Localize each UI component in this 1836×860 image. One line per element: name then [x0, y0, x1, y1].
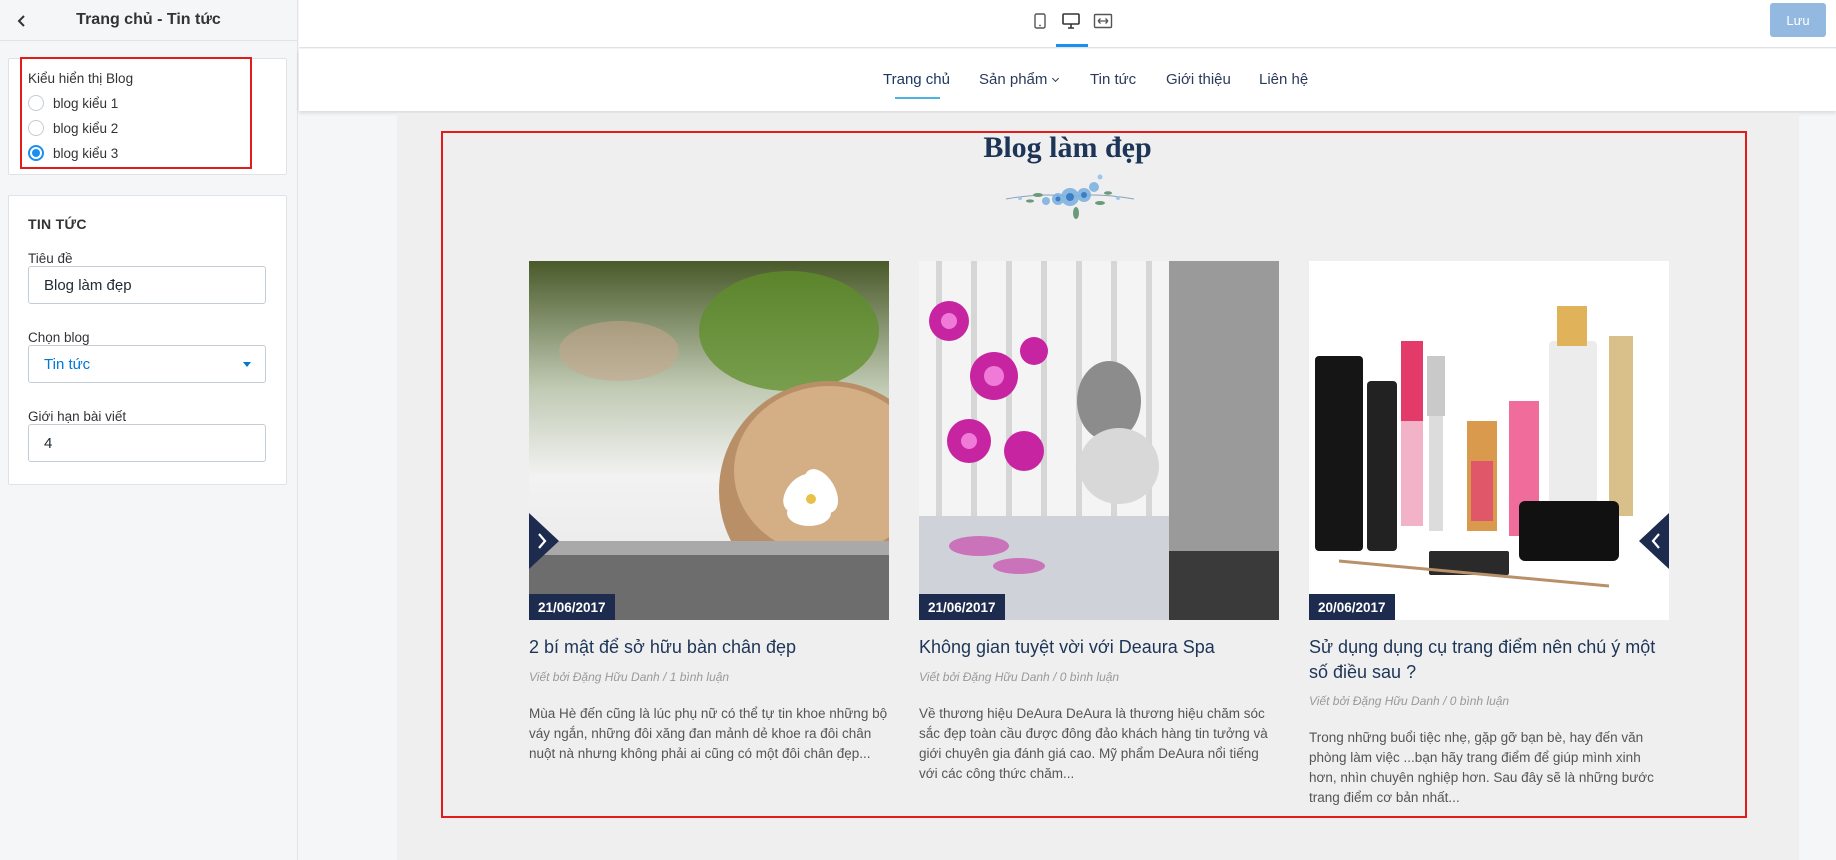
chevron-left-icon: [1639, 513, 1669, 569]
title-input[interactable]: Blog làm đẹp: [28, 266, 266, 304]
post-excerpt-3: Trong những buổi tiệc nhẹ, gặp gỡ bạn bè…: [1309, 730, 1654, 805]
desktop-icon: [1062, 13, 1080, 29]
nav-item-home[interactable]: Trang chủ: [883, 71, 950, 88]
desktop-view-button[interactable]: [1060, 10, 1082, 32]
nav-item-contact[interactable]: Liên hệ: [1259, 71, 1308, 88]
post-excerpt-1: Mùa Hè đến cũng là lúc phụ nữ có thể tự …: [529, 706, 888, 761]
sidebar-header: Trang chủ - Tin tức: [0, 0, 297, 41]
floral-ornament-icon: [1005, 174, 1135, 219]
chevron-left-icon: [17, 15, 25, 27]
carousel-next-button[interactable]: [529, 513, 559, 569]
settings-sidebar: Trang chủ - Tin tức Kiểu hiển thị Blog b…: [0, 0, 298, 860]
fullwidth-view-button[interactable]: [1092, 10, 1114, 32]
fullwidth-icon: [1093, 13, 1113, 29]
post-meta-2: Viết bởi Đặng Hữu Danh / 0 bình luận: [919, 670, 1120, 684]
post-title-3[interactable]: Sử dụng dụng cụ trang điểm nên chú ý một…: [1309, 635, 1674, 685]
title-field-label: Tiêu đề: [28, 251, 73, 266]
radio-label: blog kiểu 3: [53, 145, 119, 161]
radio-label: blog kiểu 1: [53, 95, 119, 111]
radio-circle[interactable]: [28, 95, 44, 111]
radio-label: blog kiểu 2: [53, 120, 119, 136]
site-navbar: Trang chủ Sản phẩm Tin tức Giới thiệu Li…: [299, 49, 1836, 111]
post-date-badge: 20/06/2017: [1309, 594, 1395, 620]
blog-select[interactable]: Tin tức: [28, 345, 266, 383]
post-excerpt-2: Về thương hiệu DeAura DeAura là thương h…: [919, 706, 1268, 781]
blog-select-value: Tin tức: [44, 355, 91, 373]
carousel-prev-button[interactable]: [1639, 513, 1669, 569]
limit-input-value: 4: [44, 434, 53, 452]
caret-down-icon: [243, 362, 251, 367]
section-title: TIN TỨC: [28, 216, 87, 232]
blog-style-label: Kiểu hiển thị Blog: [28, 71, 134, 86]
post-image-orchid-spa: [919, 261, 1279, 620]
post-image-foot-bath: [529, 261, 889, 620]
editor-topbar: Lưu: [299, 0, 1836, 48]
radio-blog-style-3[interactable]: blog kiểu 3: [28, 145, 118, 161]
nav-active-underline: [895, 97, 940, 99]
limit-field-label: Giới hạn bài viết: [28, 409, 127, 424]
nav-item-label: Sản phẩm: [979, 71, 1048, 88]
nav-item-news[interactable]: Tin tức: [1090, 71, 1136, 88]
blog-style-panel: Kiểu hiển thị Blog blog kiểu 1 blog kiểu…: [8, 58, 287, 175]
back-button[interactable]: [10, 9, 34, 33]
title-input-value: Blog làm đẹp: [44, 276, 132, 294]
post-title-2[interactable]: Không gian tuyệt vời với Deaura Spa: [919, 635, 1284, 660]
active-device-indicator: [1056, 44, 1088, 47]
post-image-2[interactable]: 21/06/2017: [919, 261, 1279, 620]
post-meta-3: Viết bởi Đặng Hữu Danh / 0 bình luận: [1309, 694, 1510, 708]
mobile-view-button[interactable]: [1029, 10, 1051, 32]
nav-item-about[interactable]: Giới thiệu: [1166, 71, 1231, 88]
blog-select-label: Chọn blog: [28, 330, 90, 345]
post-title-1[interactable]: 2 bí mật để sở hữu bàn chân đẹp: [529, 635, 894, 660]
radio-circle[interactable]: [28, 120, 44, 136]
sidebar-title: Trang chủ - Tin tức: [76, 11, 221, 28]
nav-item-products[interactable]: Sản phẩm: [979, 71, 1060, 88]
news-settings-panel: TIN TỨC Tiêu đề Blog làm đẹp Chọn blog T…: [8, 195, 287, 485]
post-image-3[interactable]: 20/06/2017: [1309, 261, 1669, 620]
radio-blog-style-1[interactable]: blog kiểu 1: [28, 95, 118, 111]
blog-section-title: Blog làm đẹp: [983, 131, 1152, 164]
post-image-makeup: [1309, 261, 1669, 620]
post-image-1[interactable]: 21/06/2017: [529, 261, 889, 620]
chevron-right-icon: [529, 513, 559, 569]
chevron-down-icon: [1052, 74, 1060, 83]
limit-input[interactable]: 4: [28, 424, 266, 462]
mobile-icon: [1034, 13, 1046, 29]
save-button[interactable]: Lưu: [1770, 3, 1826, 37]
radio-circle-selected[interactable]: [28, 145, 44, 161]
post-meta-1: Viết bởi Đặng Hữu Danh / 1 bình luận: [529, 670, 730, 684]
post-date-badge: 21/06/2017: [919, 594, 1005, 620]
radio-blog-style-2[interactable]: blog kiểu 2: [28, 120, 118, 136]
post-date-badge: 21/06/2017: [529, 594, 615, 620]
